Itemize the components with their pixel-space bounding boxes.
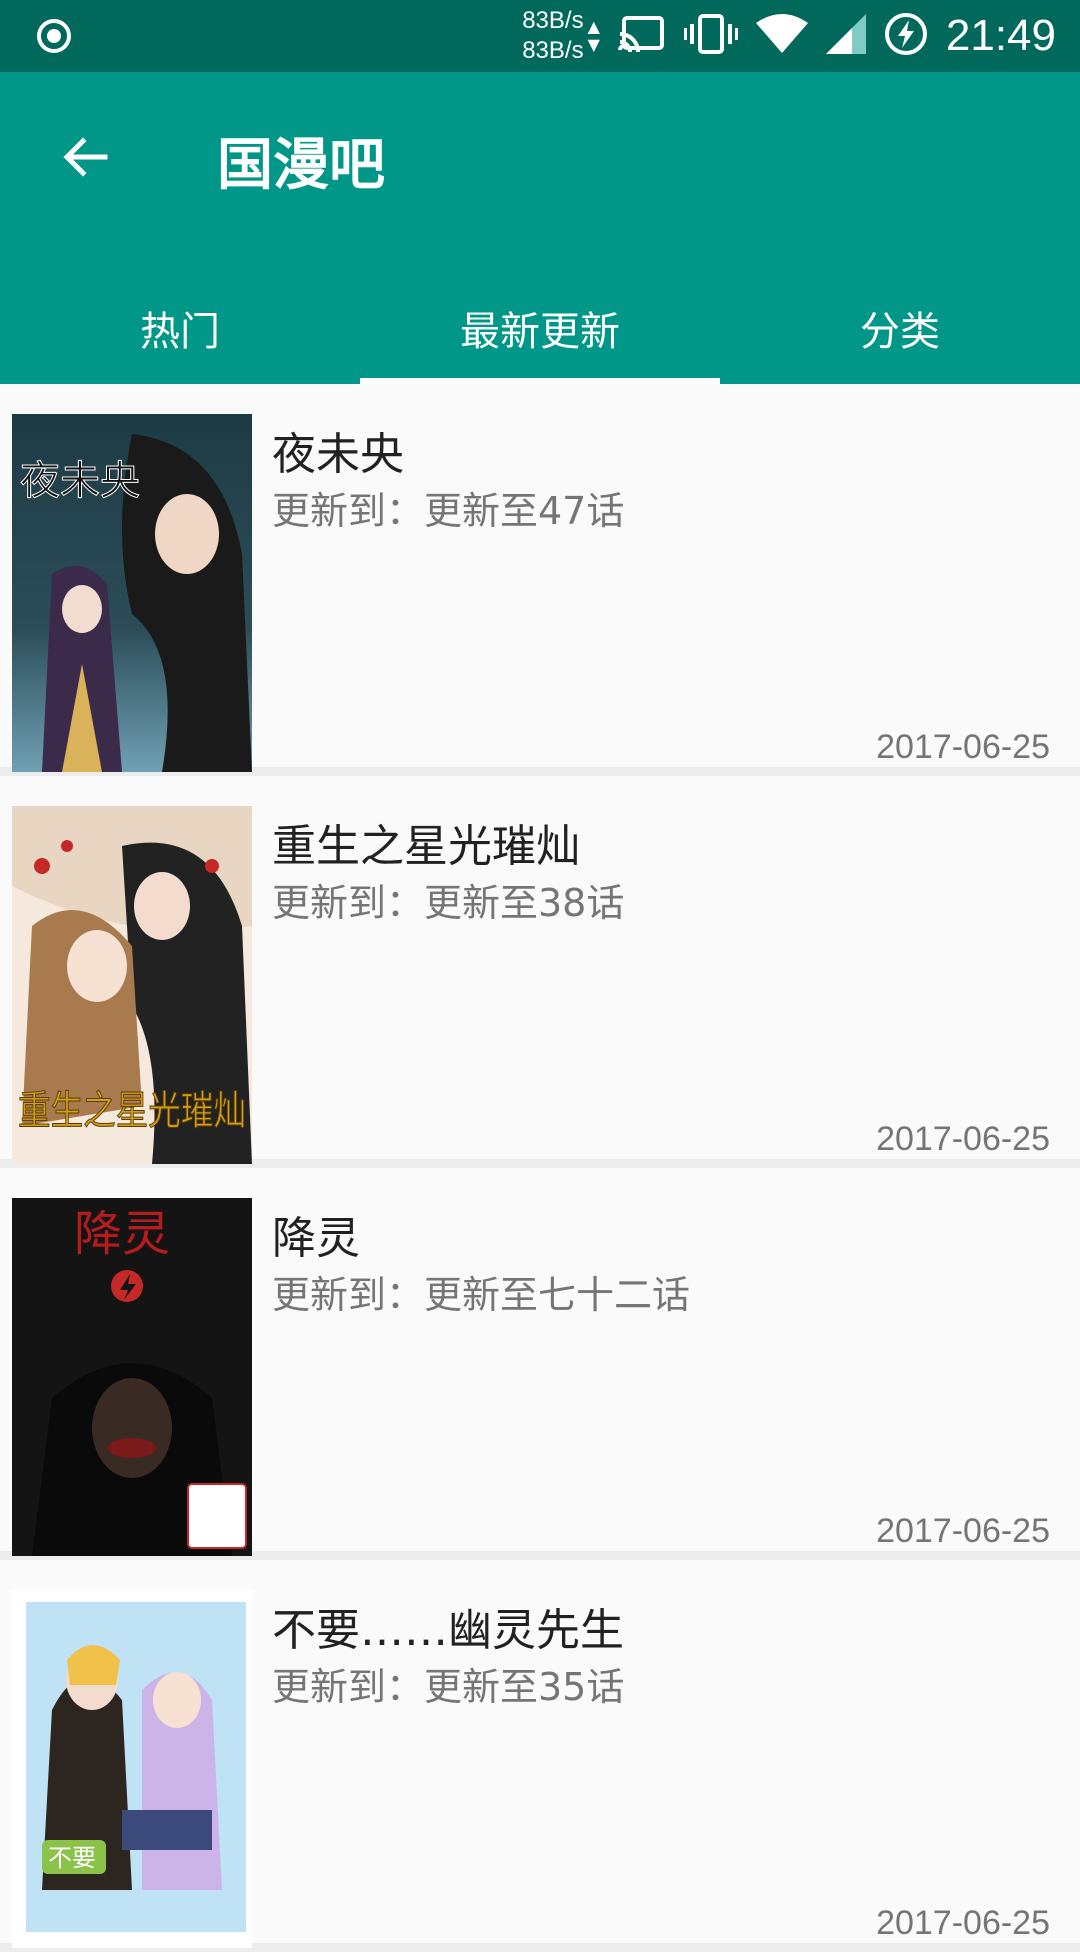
network-speed: 83B/s 83B/s ▲ ▼	[522, 6, 600, 66]
location-indicator-icon	[36, 18, 72, 54]
page-title: 国漫吧	[217, 133, 385, 198]
wifi-icon	[755, 13, 808, 59]
comic-update: 更新到：更新至七十二话	[272, 1273, 691, 1317]
tab-label: 分类	[860, 309, 940, 355]
net-down-rate: 83B/s	[522, 37, 584, 64]
status-bar: 83B/s 83B/s ▲ ▼ 21:49	[0, 0, 1080, 72]
comic-title: 重生之星光璀灿	[272, 821, 580, 872]
comic-date: 2017-06-25	[876, 1904, 1050, 1942]
list-item[interactable]: 不要 不要……幽灵先生 更新到：更新至35话 2017-06-25	[0, 1560, 1080, 1952]
app-bar: 国漫吧 热门 最新更新 分类	[0, 72, 1080, 384]
list-item[interactable]: 重生之星光璀灿 重生之星光璀灿 更新到：更新至38话 2017-06-25	[0, 776, 1080, 1168]
comic-cover: 重生之星光璀灿	[12, 806, 252, 1164]
cover-title-text: 不要	[48, 1844, 96, 1872]
comic-date: 2017-06-25	[876, 728, 1050, 766]
battery-charging-icon	[884, 12, 928, 60]
tab-bar: 热门 最新更新 分类	[0, 272, 1080, 384]
comic-list: 夜未央 夜未央 更新到：更新至47话 2017-06-25 重生之星光璀灿 重生…	[0, 384, 1080, 1952]
comic-update: 更新到：更新至47话	[272, 489, 625, 533]
vibrate-icon	[683, 12, 738, 60]
tab-label: 热门	[140, 309, 220, 355]
arrow-left-icon	[63, 137, 108, 177]
comic-update: 更新到：更新至38话	[272, 881, 625, 925]
list-item[interactable]: 降灵 降灵 更新到：更新至七十二话 2017-06-25	[0, 1168, 1080, 1560]
cover-title-text: 夜未央	[20, 458, 140, 504]
cast-icon	[617, 14, 666, 58]
traffic-arrows-icon: ▲ ▼	[587, 17, 600, 54]
comic-date: 2017-06-25	[876, 1120, 1050, 1158]
comic-date: 2017-06-25	[876, 1512, 1050, 1550]
tab-hot[interactable]: 热门	[0, 272, 360, 384]
back-button[interactable]	[50, 122, 120, 192]
cell-signal-icon	[825, 14, 866, 58]
cover-title-text: 降灵	[74, 1206, 170, 1262]
comic-update: 更新到：更新至35话	[272, 1665, 625, 1709]
comic-cover: 降灵	[12, 1198, 252, 1556]
tab-latest-updates[interactable]: 最新更新	[360, 272, 720, 384]
tab-categories[interactable]: 分类	[720, 272, 1080, 384]
comic-cover: 不要	[12, 1590, 252, 1948]
comic-title: 不要……幽灵先生	[272, 1605, 624, 1656]
comic-title: 降灵	[272, 1213, 360, 1264]
clock: 21:49	[945, 11, 1056, 60]
list-item[interactable]: 夜未央 夜未央 更新到：更新至47话 2017-06-25	[0, 384, 1080, 776]
net-up-rate: 83B/s	[522, 7, 584, 34]
comic-title: 夜未央	[272, 429, 404, 480]
cover-title-text: 重生之星光璀灿	[18, 1088, 246, 1134]
comic-cover: 夜未央	[12, 414, 252, 772]
tab-label: 最新更新	[460, 309, 620, 355]
